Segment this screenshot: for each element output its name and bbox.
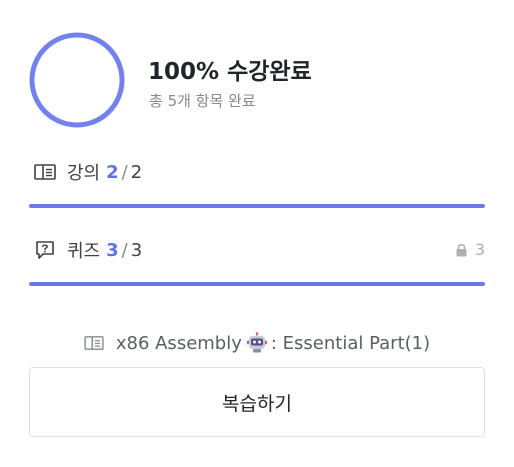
quiz-progress-fill — [29, 282, 485, 286]
locked-count: 3 — [474, 240, 485, 259]
progress-ring-graphic — [29, 32, 125, 128]
lecture-total-count: 2 — [130, 161, 143, 183]
lock-icon — [456, 243, 467, 256]
progress-subtitle: 총 5개 항목 완료 — [149, 92, 256, 110]
locked-quiz-count: 3 — [456, 240, 485, 259]
review-button[interactable]: 복습하기 — [29, 367, 485, 437]
quiz-progress-bar — [29, 282, 485, 286]
quiz-separator: / — [121, 239, 128, 261]
lesson-title-part2: : Essential Part(1) — [270, 332, 431, 354]
lecture-progress: 강의 2 / 2 — [29, 158, 485, 208]
robot-icon — [246, 332, 268, 354]
lecture-done-count: 2 — [106, 161, 119, 183]
quiz-label: 퀴즈 — [67, 241, 101, 262]
lecture-progress-bar — [29, 204, 485, 208]
course-progress-card: 100% 수강완료 총 5개 항목 완료 강의 2 / 2 퀴즈 3 / 3 3… — [0, 0, 514, 467]
progress-ring — [29, 32, 125, 128]
quiz-icon — [33, 238, 57, 262]
current-lesson[interactable]: x86 Assembly : Essential Part(1) — [0, 330, 514, 356]
book-icon — [84, 335, 104, 351]
lecture-progress-fill — [29, 204, 485, 208]
book-icon — [33, 160, 57, 184]
quiz-total-count: 3 — [130, 239, 143, 261]
quiz-done-count: 3 — [106, 239, 119, 261]
quiz-progress: 퀴즈 3 / 3 3 — [29, 236, 485, 286]
lesson-title-part1: x86 Assembly — [115, 332, 242, 354]
lecture-separator: / — [121, 161, 128, 183]
progress-title: 100% 수강완료 — [148, 59, 312, 85]
lecture-label: 강의 — [67, 163, 101, 184]
progress-summary: 100% 수강완료 총 5개 항목 완료 — [29, 32, 485, 128]
